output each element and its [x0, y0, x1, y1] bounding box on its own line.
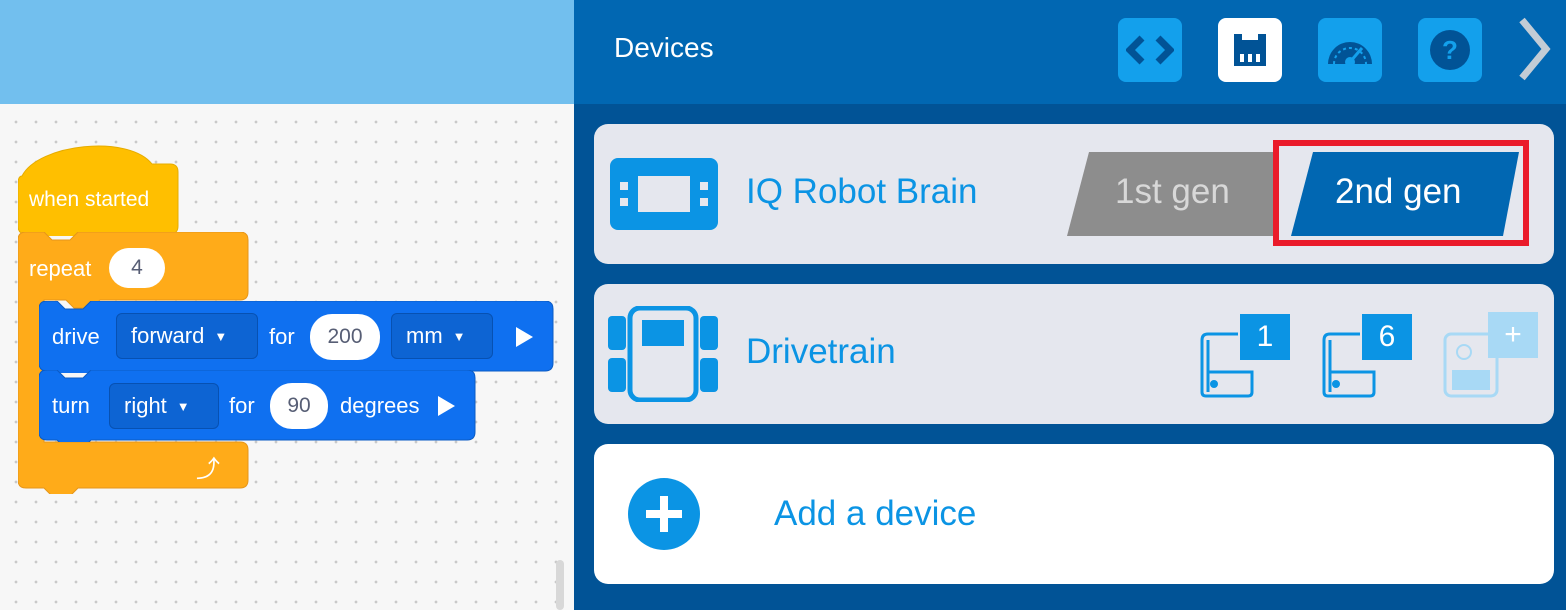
device-name-drivetrain: Drivetrain — [746, 332, 896, 371]
dashboard-icon — [1328, 42, 1372, 67]
turn-label: turn — [52, 393, 90, 418]
turn-for-label: for — [229, 393, 255, 418]
devices-button[interactable] — [1218, 18, 1282, 82]
chevron-down-icon: ▼ — [452, 328, 466, 344]
drive-unit-dropdown[interactable]: mm ▼ — [391, 313, 493, 359]
svg-text:?: ? — [1442, 35, 1458, 65]
run-block-play-icon[interactable] — [438, 396, 455, 416]
repeat-label: repeat — [29, 256, 92, 281]
when-started-block[interactable]: when started — [18, 140, 179, 236]
drive-direction-value: forward — [131, 323, 205, 348]
help-icon: ? — [1430, 30, 1470, 70]
run-block-play-icon[interactable] — [516, 327, 533, 347]
brain-icon — [610, 158, 718, 230]
workspace-toolbar — [0, 0, 574, 104]
drive-for-label: for — [269, 324, 295, 349]
chevron-down-icon: ▼ — [214, 328, 228, 344]
code-view-icon — [1126, 35, 1174, 65]
add-port-plus-icon: + — [1488, 312, 1538, 358]
port-1-number: 1 — [1240, 314, 1290, 360]
chevron-down-icon: ▼ — [176, 398, 190, 414]
workspace-scrollbar[interactable] — [556, 560, 564, 610]
device-card-drivetrain[interactable]: Drivetrain 1 6 + — [594, 284, 1554, 424]
drive-direction-dropdown[interactable]: forward ▼ — [116, 313, 258, 359]
turn-direction-dropdown[interactable]: right ▼ — [109, 383, 219, 429]
panel-title: Devices — [614, 32, 714, 63]
when-started-label: when started — [29, 188, 150, 211]
add-device-card[interactable]: Add a device — [594, 444, 1554, 584]
gen1-option[interactable]: 1st gen — [1067, 152, 1279, 236]
devices-icon — [1234, 34, 1266, 66]
selection-highlight-box — [1273, 140, 1529, 246]
device-name-brain: IQ Robot Brain — [746, 172, 978, 211]
loop-arrow-icon: ⤴ — [196, 456, 220, 483]
code-view-button[interactable] — [1118, 18, 1182, 82]
dashboard-button[interactable] — [1318, 18, 1382, 82]
panel-header: Devices ? — [574, 0, 1566, 104]
gen1-label: 1st gen — [1115, 172, 1230, 211]
port-6-number: 6 — [1362, 314, 1412, 360]
drive-label: drive — [52, 324, 100, 349]
drive-distance-input[interactable]: 200 — [310, 314, 380, 360]
devices-panel: Devices ? IQ Robot Brain 1st gen 2nd gen… — [574, 0, 1566, 610]
repeat-count-input[interactable]: 4 — [109, 248, 165, 288]
collapse-panel-chevron-icon[interactable] — [1514, 14, 1554, 84]
turn-angle-input[interactable]: 90 — [270, 383, 328, 429]
drivetrain-icon — [608, 306, 718, 402]
turn-direction-value: right — [124, 393, 167, 418]
turn-unit-label: degrees — [340, 393, 420, 418]
add-device-label: Add a device — [774, 494, 977, 533]
drive-unit-value: mm — [406, 323, 443, 348]
add-device-plus-icon — [628, 478, 700, 550]
help-button[interactable]: ? — [1418, 18, 1482, 82]
